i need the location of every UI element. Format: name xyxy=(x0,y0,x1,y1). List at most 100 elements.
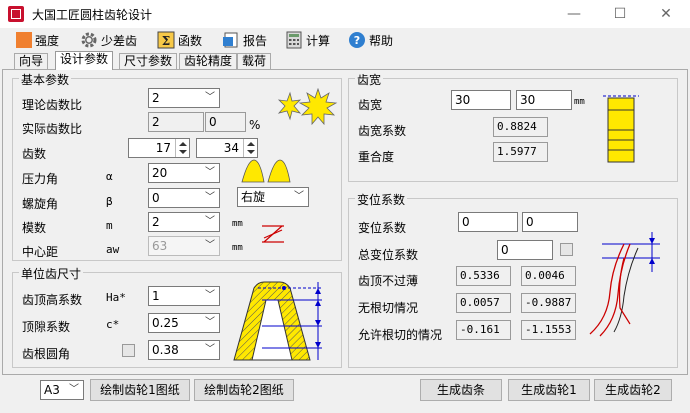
draw-gear2-button[interactable]: 绘制齿轮2图纸 xyxy=(194,379,294,401)
center-distance-label: 中心距 xyxy=(22,245,59,259)
tip-1-field: 0.5336 xyxy=(456,266,511,286)
chevron-down-icon: ﹀ xyxy=(205,344,215,355)
spin-arrows-icon[interactable] xyxy=(243,139,257,157)
chevron-down-icon: ﹀ xyxy=(205,317,215,328)
shift-coef-label: 变位系数 xyxy=(358,221,407,235)
svg-text:?: ? xyxy=(354,34,360,47)
fillet-checkbox[interactable] xyxy=(122,344,135,357)
total-shift-checkbox[interactable] xyxy=(560,243,573,256)
helix-hand-select[interactable]: 右旋 ﹀ xyxy=(237,187,309,207)
ratio-actual-pct-field: 0 xyxy=(205,112,246,132)
facewidth-2-input[interactable]: 30 xyxy=(516,90,572,110)
facewidth-unit: mm xyxy=(574,97,585,107)
helix-angle-select[interactable]: 0 ﹀ xyxy=(148,188,220,208)
chevron-down-icon: ﹀ xyxy=(294,191,304,202)
generate-gear1-button[interactable]: 生成齿轮1 xyxy=(508,379,590,401)
teeth-2-stepper[interactable]: 34 xyxy=(196,138,258,158)
toolbar-calc-button[interactable]: 计算 xyxy=(285,28,330,52)
gear-pair-icon xyxy=(277,88,338,126)
close-icon[interactable]: ✕ xyxy=(648,4,684,24)
beta-symbol: β xyxy=(106,195,113,208)
teeth-1-stepper[interactable]: 17 xyxy=(128,138,190,158)
shift-profile-diagram xyxy=(589,232,660,337)
allow-2-field: -1.1553 xyxy=(521,320,576,340)
minimize-icon[interactable]: — xyxy=(556,4,592,24)
chevron-down-icon: ﹀ xyxy=(205,192,215,203)
overlap-field: 1.5977 xyxy=(493,142,548,162)
generate-gear2-button[interactable]: 生成齿轮2 xyxy=(594,379,672,401)
shift-title: 变位系数 xyxy=(355,191,408,208)
svg-text:Σ: Σ xyxy=(162,34,170,48)
toolbar: 强度 少差齿 Σ 函数 报告 计算 ? 帮助 xyxy=(0,28,690,52)
facewidth-1-input[interactable]: 30 xyxy=(451,90,511,110)
facewidth-title: 齿宽 xyxy=(355,71,384,88)
alpha-symbol: α xyxy=(106,170,113,183)
module-unit: mm xyxy=(232,219,243,229)
undercut-1-field: 0.0057 xyxy=(456,293,511,313)
fillet-select[interactable]: 0.38 ﹀ xyxy=(148,340,220,360)
undercut-2-field: -0.9887 xyxy=(521,293,576,313)
calculator-icon xyxy=(285,31,303,49)
tab-load[interactable]: 载荷 xyxy=(237,53,272,69)
facewidth-coef-field: 0.8824 xyxy=(493,117,548,137)
no-undercut-label: 无根切情况 xyxy=(358,301,419,315)
clearance-select[interactable]: 0.25 ﹀ xyxy=(148,313,220,333)
fillet-label: 齿根圆角 xyxy=(22,347,71,361)
tooth-profile-icon xyxy=(241,159,291,183)
center-distance-select: 63 ﹀ xyxy=(148,236,220,256)
facewidth-coef-label: 齿宽系数 xyxy=(358,124,407,138)
ratio-actual-field: 2 xyxy=(148,112,204,132)
tooth-dimension-diagram xyxy=(233,281,322,361)
module-label: 模数 xyxy=(22,221,47,235)
shift-2-input[interactable]: 0 xyxy=(522,212,578,232)
tab-design-params[interactable]: 设计参数 xyxy=(55,51,114,70)
addendum-select[interactable]: 1 ﹀ xyxy=(148,286,220,306)
overlap-label: 重合度 xyxy=(358,150,395,164)
chevron-down-icon: ﹀ xyxy=(205,290,215,301)
teeth-label: 齿数 xyxy=(22,147,47,161)
module-symbol: m xyxy=(106,219,113,232)
helix-angle-label: 螺旋角 xyxy=(22,197,59,211)
window-title: 大国工匠圆柱齿轮设计 xyxy=(32,8,153,22)
module-select[interactable]: 2 ﹀ xyxy=(148,212,220,232)
gear-icon xyxy=(80,31,98,49)
chevron-down-icon: ﹀ xyxy=(205,240,215,251)
generate-rack-button[interactable]: 生成齿条 xyxy=(420,379,502,401)
draw-gear1-button[interactable]: 绘制齿轮1图纸 xyxy=(90,379,190,401)
basic-params-title: 基本参数 xyxy=(19,71,72,88)
chevron-down-icon: ﹀ xyxy=(205,92,215,103)
pressure-angle-select[interactable]: 20 ﹀ xyxy=(148,163,220,183)
addendum-label: 齿顶高系数 xyxy=(22,293,83,307)
ratio-actual-label: 实际齿数比 xyxy=(22,122,83,136)
spin-arrows-icon[interactable] xyxy=(175,139,189,157)
toolbar-report-button[interactable]: 报告 xyxy=(222,28,267,52)
toolbar-function-button[interactable]: Σ 函数 xyxy=(157,28,202,52)
paper-size-select[interactable]: A3 ﹀ xyxy=(40,380,84,400)
toolbar-help-button[interactable]: ? 帮助 xyxy=(348,28,393,52)
sigma-icon: Σ xyxy=(157,31,175,49)
center-symbol: aw xyxy=(106,243,120,256)
ratio-theory-select[interactable]: 2 ﹀ xyxy=(148,88,220,108)
toolbar-small-diff-button[interactable]: 少差齿 xyxy=(80,28,137,52)
clearance-symbol: c* xyxy=(106,318,120,331)
chevron-down-icon: ﹀ xyxy=(205,216,215,227)
toolbar-strength-button[interactable]: 强度 xyxy=(16,28,59,52)
chevron-down-icon: ﹀ xyxy=(205,167,215,178)
allow-undercut-label: 允许根切的情况 xyxy=(358,328,443,342)
allow-1-field: -0.161 xyxy=(456,320,511,340)
title-bar: 大国工匠圆柱齿轮设计 — ☐ ✕ xyxy=(0,0,690,28)
tab-wizard[interactable]: 向导 xyxy=(14,53,49,69)
clearance-label: 顶隙系数 xyxy=(22,320,71,334)
total-shift-input[interactable]: 0 xyxy=(497,240,553,260)
pct-unit: % xyxy=(249,118,261,132)
tip-thin-label: 齿顶不过薄 xyxy=(358,274,419,288)
facewidth-label: 齿宽 xyxy=(358,98,383,112)
orange-square-icon xyxy=(16,32,32,48)
tab-size-params[interactable]: 尺寸参数 xyxy=(119,53,178,69)
center-distance-icon xyxy=(262,225,284,243)
addendum-symbol: Ha* xyxy=(106,291,126,304)
report-icon xyxy=(222,31,240,49)
maximize-icon[interactable]: ☐ xyxy=(602,4,638,24)
tab-gear-accuracy[interactable]: 齿轮精度 xyxy=(179,53,238,69)
shift-1-input[interactable]: 0 xyxy=(458,212,518,232)
